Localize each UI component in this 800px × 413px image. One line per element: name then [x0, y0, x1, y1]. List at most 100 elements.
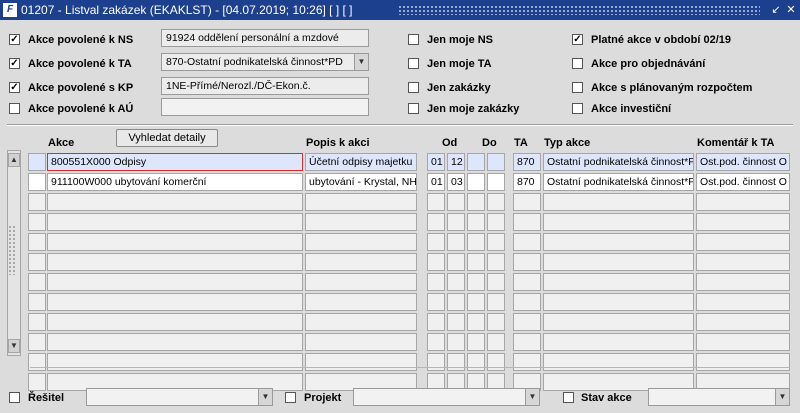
table-cell[interactable]: 12: [447, 153, 465, 171]
empty-cell[interactable]: [28, 293, 46, 311]
empty-cell[interactable]: [513, 313, 541, 331]
empty-cell[interactable]: [47, 313, 303, 331]
empty-cell[interactable]: [696, 293, 790, 311]
empty-cell[interactable]: [543, 193, 694, 211]
table-cell[interactable]: [467, 153, 485, 171]
stav-checkbox[interactable]: [563, 392, 574, 403]
empty-cell[interactable]: [447, 253, 465, 271]
table-cell[interactable]: 800551X000 Odpisy: [47, 153, 303, 171]
empty-cell[interactable]: [47, 193, 303, 211]
scroll-down-icon[interactable]: ▼: [8, 339, 20, 353]
grip-handle[interactable]: [8, 225, 16, 275]
minimize-icon[interactable]: ↙: [768, 2, 784, 18]
empty-cell[interactable]: [467, 193, 485, 211]
chevron-down-icon[interactable]: ▼: [258, 389, 272, 405]
table-cell[interactable]: Ostatní podnikatelská činnost*P: [543, 153, 694, 171]
empty-cell[interactable]: [513, 213, 541, 231]
close-icon[interactable]: ✕: [783, 2, 799, 18]
empty-cell[interactable]: [543, 273, 694, 291]
resitel-checkbox[interactable]: [9, 392, 20, 403]
empty-cell[interactable]: [467, 353, 485, 371]
empty-cell[interactable]: [696, 353, 790, 371]
empty-cell[interactable]: [427, 273, 445, 291]
empty-cell[interactable]: [28, 193, 46, 211]
empty-cell[interactable]: [696, 193, 790, 211]
empty-cell[interactable]: [467, 213, 485, 231]
empty-cell[interactable]: [427, 293, 445, 311]
chevron-down-icon[interactable]: ▼: [525, 389, 539, 405]
empty-cell[interactable]: [487, 293, 505, 311]
checkbox-right-1[interactable]: ✓: [572, 34, 583, 45]
empty-cell[interactable]: [447, 313, 465, 331]
checkbox-3[interactable]: ✓: [9, 82, 20, 93]
table-cell[interactable]: 01: [427, 153, 445, 171]
empty-cell[interactable]: [513, 253, 541, 271]
empty-cell[interactable]: [467, 253, 485, 271]
empty-cell[interactable]: [487, 193, 505, 211]
empty-cell[interactable]: [305, 233, 417, 251]
empty-cell[interactable]: [467, 313, 485, 331]
empty-cell[interactable]: [487, 253, 505, 271]
empty-cell[interactable]: [487, 213, 505, 231]
empty-cell[interactable]: [47, 253, 303, 271]
empty-cell[interactable]: [543, 313, 694, 331]
empty-cell[interactable]: [447, 333, 465, 351]
checkbox-mid-2[interactable]: [408, 58, 419, 69]
checkbox-4[interactable]: [9, 103, 20, 114]
empty-cell[interactable]: [28, 373, 46, 391]
chevron-down-icon[interactable]: ▼: [775, 389, 789, 405]
empty-cell[interactable]: [305, 313, 417, 331]
empty-cell[interactable]: [467, 233, 485, 251]
table-cell[interactable]: [487, 173, 505, 191]
empty-cell[interactable]: [447, 353, 465, 371]
empty-cell[interactable]: [696, 333, 790, 351]
checkbox-right-2[interactable]: [572, 58, 583, 69]
empty-cell[interactable]: [487, 273, 505, 291]
empty-cell[interactable]: [427, 353, 445, 371]
empty-cell[interactable]: [427, 253, 445, 271]
scroll-up-icon[interactable]: ▲: [8, 153, 20, 167]
table-cell[interactable]: [487, 153, 505, 171]
empty-cell[interactable]: [487, 333, 505, 351]
empty-cell[interactable]: [305, 273, 417, 291]
empty-cell[interactable]: [427, 333, 445, 351]
table-cell[interactable]: 870: [513, 173, 541, 191]
empty-cell[interactable]: [447, 233, 465, 251]
filter-field[interactable]: 1NE-Přímé/Nerozl./DČ-Ekon.č.: [161, 77, 369, 95]
empty-cell[interactable]: [513, 193, 541, 211]
empty-cell[interactable]: [447, 193, 465, 211]
empty-cell[interactable]: [305, 193, 417, 211]
empty-cell[interactable]: [543, 333, 694, 351]
empty-cell[interactable]: [696, 313, 790, 331]
empty-cell[interactable]: [487, 233, 505, 251]
table-cell[interactable]: ubytování - Krystal, NH: [305, 173, 417, 191]
empty-cell[interactable]: [47, 293, 303, 311]
empty-cell[interactable]: [696, 233, 790, 251]
detail-search-button[interactable]: Vyhledat detaily: [116, 129, 218, 147]
empty-cell[interactable]: [28, 213, 46, 231]
empty-cell[interactable]: [28, 313, 46, 331]
stav-combo[interactable]: ▼: [648, 388, 790, 406]
table-cell[interactable]: 911100W000 ubytování komerční: [47, 173, 303, 191]
filter-field[interactable]: [161, 98, 369, 116]
empty-cell[interactable]: [467, 333, 485, 351]
empty-cell[interactable]: [543, 213, 694, 231]
empty-cell[interactable]: [513, 333, 541, 351]
empty-cell[interactable]: [28, 353, 46, 371]
checkbox-mid-4[interactable]: [408, 103, 419, 114]
empty-cell[interactable]: [427, 313, 445, 331]
resitel-combo[interactable]: ▼: [86, 388, 273, 406]
empty-cell[interactable]: [543, 293, 694, 311]
table-cell[interactable]: Ostatní podnikatelská činnost*P: [543, 173, 694, 191]
empty-cell[interactable]: [305, 293, 417, 311]
projekt-checkbox[interactable]: [285, 392, 296, 403]
checkbox-mid-3[interactable]: [408, 82, 419, 93]
empty-cell[interactable]: [47, 233, 303, 251]
empty-cell[interactable]: [696, 253, 790, 271]
table-cell[interactable]: Účetní odpisy majetku: [305, 153, 417, 171]
empty-cell[interactable]: [305, 213, 417, 231]
projekt-combo[interactable]: ▼: [353, 388, 540, 406]
empty-cell[interactable]: [696, 213, 790, 231]
filter-field[interactable]: 91924 oddělení personální a mzdové: [161, 29, 369, 47]
table-cell[interactable]: 870: [513, 153, 541, 171]
